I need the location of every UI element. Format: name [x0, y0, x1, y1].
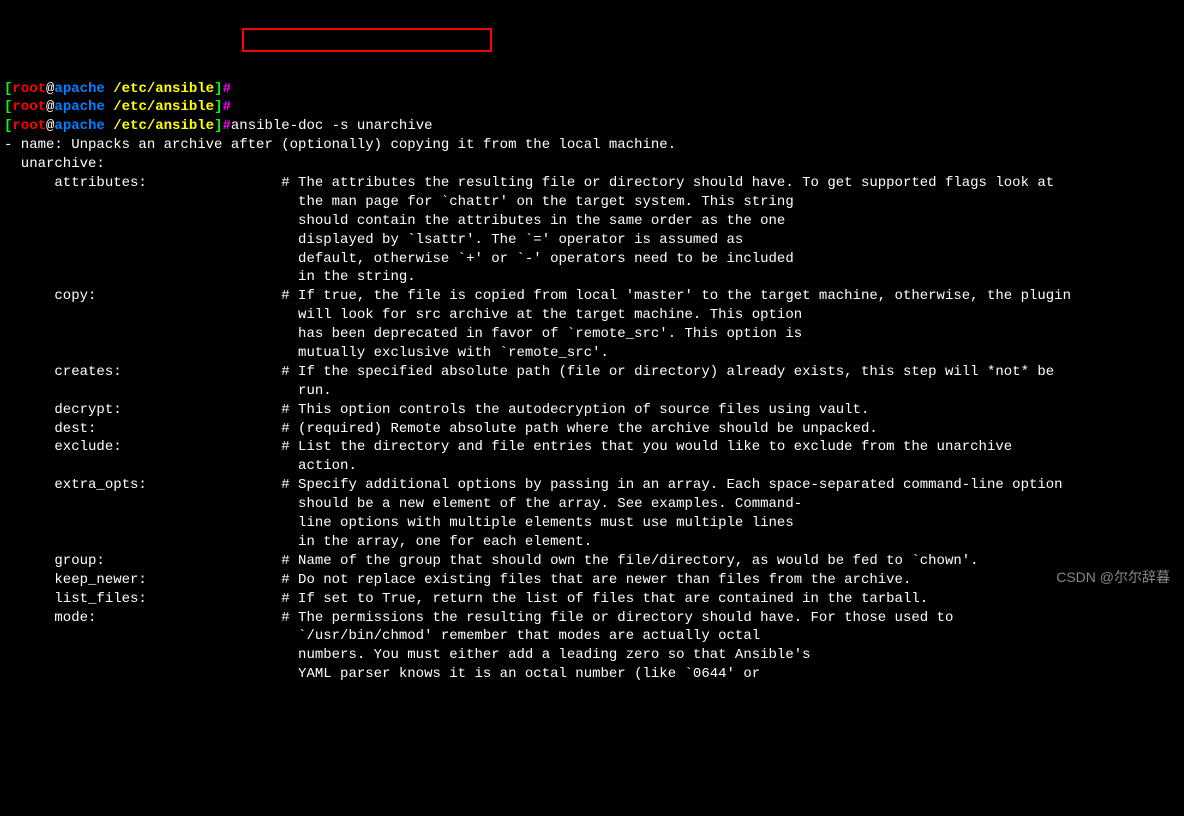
param-mode-cont: `/usr/bin/chmod' remember that modes are… — [4, 627, 1180, 646]
param-attributes: attributes: # The attributes the resulti… — [4, 174, 1180, 193]
param-creates-cont: run. — [4, 382, 1180, 401]
param-attributes-cont: default, otherwise `+' or `-' operators … — [4, 250, 1180, 269]
param-mode-cont: numbers. You must either add a leading z… — [4, 646, 1180, 665]
doc-module-line: unarchive: — [4, 156, 105, 172]
param-mode-cont: YAML parser knows it is an octal number … — [4, 665, 1180, 684]
param-attributes-cont: the man page for `chattr' on the target … — [4, 193, 1180, 212]
param-copy-cont: mutually exclusive with `remote_src'. — [4, 344, 1180, 363]
param-dest: dest: # (required) Remote absolute path … — [4, 420, 1180, 439]
param-attributes-cont: in the string. — [4, 268, 1180, 287]
param-copy: copy: # If true, the file is copied from… — [4, 287, 1180, 306]
terminal-output[interactable]: [root@apache /etc/ansible]#[root@apache … — [4, 80, 1180, 685]
command-highlight-box — [242, 28, 492, 52]
param-extra_opts-cont: should be a new element of the array. Se… — [4, 495, 1180, 514]
param-mode: mode: # The permissions the resulting fi… — [4, 609, 1180, 628]
shell-prompt[interactable]: [root@apache /etc/ansible]# — [4, 98, 1180, 117]
param-extra_opts-cont: in the array, one for each element. — [4, 533, 1180, 552]
param-attributes-cont: displayed by `lsattr'. The `=' operator … — [4, 231, 1180, 250]
param-list_files: list_files: # If set to True, return the… — [4, 590, 1180, 609]
param-exclude: exclude: # List the directory and file e… — [4, 438, 1180, 457]
param-extra_opts-cont: line options with multiple elements must… — [4, 514, 1180, 533]
shell-prompt[interactable]: [root@apache /etc/ansible]# — [4, 80, 1180, 99]
param-creates: creates: # If the specified absolute pat… — [4, 363, 1180, 382]
param-exclude-cont: action. — [4, 457, 1180, 476]
shell-prompt[interactable]: [root@apache /etc/ansible]#ansible-doc -… — [4, 117, 1180, 136]
param-copy-cont: has been deprecated in favor of `remote_… — [4, 325, 1180, 344]
param-group: group: # Name of the group that should o… — [4, 552, 1180, 571]
watermark: CSDN @尔尔辞暮 — [1056, 568, 1170, 587]
doc-name-line: - name: Unpacks an archive after (option… — [4, 137, 676, 153]
param-extra_opts: extra_opts: # Specify additional options… — [4, 476, 1180, 495]
param-copy-cont: will look for src archive at the target … — [4, 306, 1180, 325]
param-keep_newer: keep_newer: # Do not replace existing fi… — [4, 571, 1180, 590]
param-attributes-cont: should contain the attributes in the sam… — [4, 212, 1180, 231]
param-decrypt: decrypt: # This option controls the auto… — [4, 401, 1180, 420]
